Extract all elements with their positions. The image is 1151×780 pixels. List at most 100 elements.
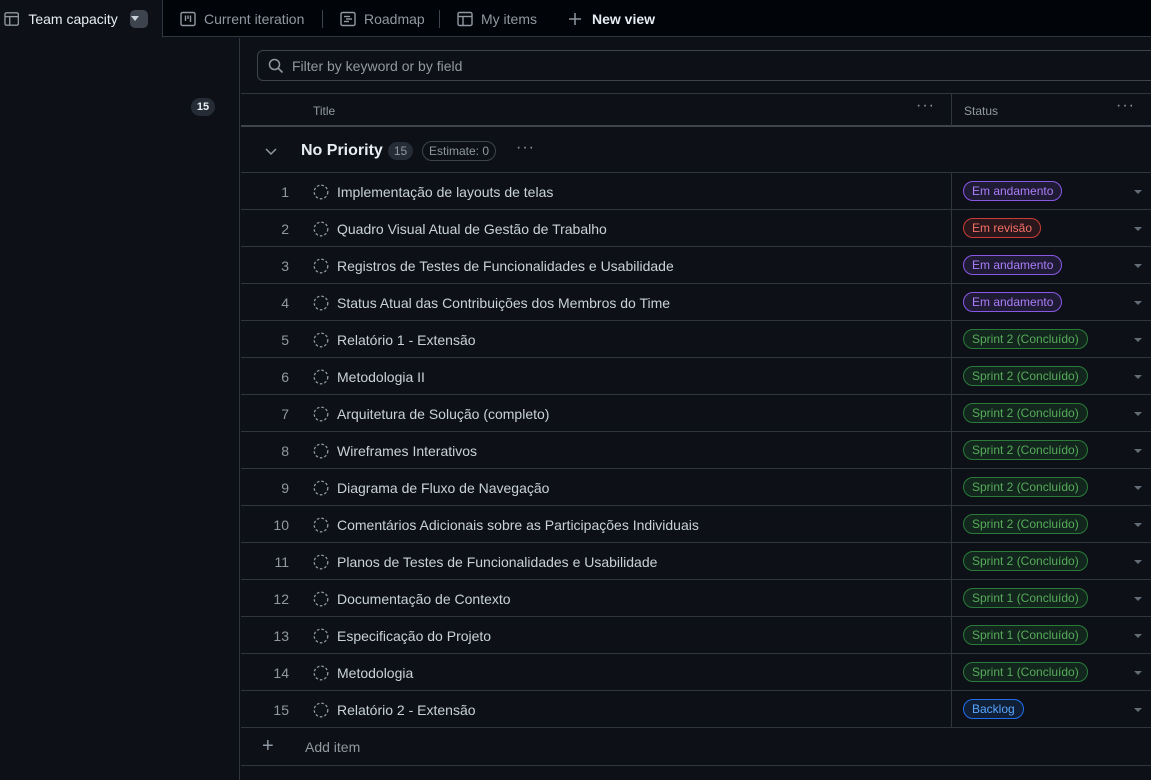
add-item-label: Add item <box>305 739 361 755</box>
column-divider <box>951 395 952 432</box>
item-title[interactable]: Diagrama de Fluxo de Navegação <box>337 480 549 496</box>
triangle-down-icon[interactable] <box>1134 301 1142 305</box>
table-row[interactable]: 12 Documentação de Contexto Sprint 1 (Conc… <box>241 580 1151 617</box>
table-row[interactable]: 9 Diagrama de Fluxo de Navegação Sprint 2 … <box>241 469 1151 506</box>
add-item-row[interactable]: + Add item <box>241 728 1151 766</box>
row-number: 3 <box>281 258 289 274</box>
table-row[interactable]: 2 Quadro Visual Atual de Gestão de Trabal… <box>241 210 1151 247</box>
search-icon <box>268 58 284 73</box>
triangle-down-icon[interactable] <box>1134 708 1142 712</box>
status-badge[interactable]: Sprint 1 (Concluído) <box>963 588 1088 608</box>
tab-current-iteration[interactable]: Current iteration <box>180 0 304 37</box>
status-badge[interactable]: Sprint 1 (Concluído) <box>963 662 1088 682</box>
draft-issue-icon <box>313 184 329 200</box>
tab-options-button[interactable] <box>129 9 148 28</box>
tab-separator <box>439 10 440 28</box>
triangle-down-icon[interactable] <box>1134 412 1142 416</box>
item-title[interactable]: Relatório 1 - Extensão <box>337 332 476 348</box>
status-badge[interactable]: Sprint 2 (Concluído) <box>963 477 1088 497</box>
draft-issue-icon <box>313 369 329 385</box>
item-title[interactable]: Arquitetura de Solução (completo) <box>337 406 549 422</box>
table-row[interactable]: 10 Comentários Adicionais sobre as Partic… <box>241 506 1151 543</box>
draft-issue-icon <box>313 406 329 422</box>
table-row[interactable]: 6 Metodologia II Sprint 2 (Concluído) <box>241 358 1151 395</box>
new-view-button[interactable]: New view <box>568 0 655 37</box>
column-header-title[interactable]: Title <box>313 104 335 118</box>
chevron-down-icon[interactable] <box>265 148 277 156</box>
draft-issue-icon <box>313 628 329 644</box>
tab-my-items[interactable]: My items <box>457 0 537 37</box>
table-row[interactable]: 7 Arquitetura de Solução (completo) Sprint… <box>241 395 1151 432</box>
triangle-down-icon[interactable] <box>1134 486 1142 490</box>
table-row[interactable]: 4 Status Atual das Contribuições dos Memb… <box>241 284 1151 321</box>
status-column-menu-icon[interactable]: ··· <box>1116 98 1135 114</box>
column-divider <box>951 284 952 321</box>
table-row[interactable]: 14 Metodologia Sprint 1 (Concluído) <box>241 654 1151 691</box>
table-row[interactable]: 8 Wireframes Interativos Sprint 2 (Concluí… <box>241 432 1151 469</box>
column-header-status[interactable]: Status <box>964 104 998 118</box>
status-badge[interactable]: Backlog <box>963 699 1024 719</box>
triangle-down-icon[interactable] <box>1134 338 1142 342</box>
item-title[interactable]: Implementação de layouts de telas <box>337 184 553 200</box>
item-title[interactable]: Quadro Visual Atual de Gestão de Trabalh… <box>337 221 607 237</box>
status-badge[interactable]: Sprint 2 (Concluído) <box>963 403 1088 423</box>
triangle-down-icon[interactable] <box>1134 264 1142 268</box>
column-divider[interactable] <box>951 94 952 126</box>
status-badge[interactable]: Em andamento <box>963 292 1063 312</box>
status-badge[interactable]: Sprint 2 (Concluído) <box>963 366 1088 386</box>
table-row[interactable]: 15 Relatório 2 - Extensão Backlog <box>241 691 1151 728</box>
row-number: 1 <box>281 184 289 200</box>
table-icon <box>4 11 20 26</box>
tab-separator <box>322 10 323 28</box>
triangle-down-icon[interactable] <box>1134 227 1142 231</box>
triangle-down-icon[interactable] <box>1134 671 1142 675</box>
triangle-down-icon[interactable] <box>1134 375 1142 379</box>
item-title[interactable]: Planos de Testes de Funcionalidades e Us… <box>337 554 657 570</box>
table-row[interactable]: 5 Relatório 1 - Extensão Sprint 2 (Concluí… <box>241 321 1151 358</box>
item-title[interactable]: Comentários Adicionais sobre as Particip… <box>337 517 699 533</box>
item-title[interactable]: Metodologia II <box>337 369 425 385</box>
table-row[interactable]: 3 Registros de Testes de Funcionalidades … <box>241 247 1151 284</box>
column-divider <box>951 210 952 247</box>
triangle-down-icon[interactable] <box>1134 597 1142 601</box>
row-number: 12 <box>273 591 289 607</box>
item-title[interactable]: Registros de Testes de Funcionalidades e… <box>337 258 674 274</box>
tab-team-capacity[interactable]: Team capacity <box>0 0 163 38</box>
status-badge[interactable]: Sprint 2 (Concluído) <box>963 514 1088 534</box>
group-menu-icon[interactable]: ··· <box>516 140 535 156</box>
status-badge[interactable]: Sprint 2 (Concluído) <box>963 551 1088 571</box>
filter-bar[interactable] <box>257 50 1151 81</box>
triangle-down-icon[interactable] <box>1134 523 1142 527</box>
triangle-down-icon[interactable] <box>1134 560 1142 564</box>
group-title: No Priority <box>301 142 383 159</box>
table-view: Title ··· Status ··· No Priority 15 Esti… <box>241 38 1151 780</box>
item-title[interactable]: Documentação de Contexto <box>337 591 511 607</box>
table-header: Title ··· Status ··· <box>241 93 1151 127</box>
status-badge[interactable]: Em revisão <box>963 218 1042 238</box>
status-badge[interactable]: Sprint 1 (Concluído) <box>963 625 1088 645</box>
item-title[interactable]: Especificação do Projeto <box>337 628 491 644</box>
table-row[interactable]: 1 Implementação de layouts de telas Em and… <box>241 173 1151 210</box>
status-badge[interactable]: Sprint 2 (Concluído) <box>963 329 1088 349</box>
column-divider <box>951 506 952 543</box>
triangle-down-icon[interactable] <box>1134 190 1142 194</box>
item-title[interactable]: Relatório 2 - Extensão <box>337 702 476 718</box>
table-row[interactable]: 11 Planos de Testes de Funcionalidades e … <box>241 543 1151 580</box>
plus-icon: + <box>262 735 274 757</box>
table-row[interactable]: 13 Especificação do Projeto Sprint 1 (Conc… <box>241 617 1151 654</box>
status-badge[interactable]: Sprint 2 (Concluído) <box>963 440 1088 460</box>
triangle-down-icon[interactable] <box>1134 449 1142 453</box>
column-divider <box>951 543 952 580</box>
row-number: 7 <box>281 406 289 422</box>
group-header: No Priority 15 Estimate: 0 ··· <box>241 129 1151 173</box>
tab-roadmap[interactable]: Roadmap <box>340 0 425 37</box>
filter-input[interactable] <box>292 57 1092 74</box>
draft-issue-icon <box>313 443 329 459</box>
status-badge[interactable]: Em andamento <box>963 181 1063 201</box>
status-badge[interactable]: Em andamento <box>963 255 1063 275</box>
triangle-down-icon[interactable] <box>1134 634 1142 638</box>
item-title[interactable]: Metodologia <box>337 665 413 681</box>
item-title[interactable]: Wireframes Interativos <box>337 443 477 459</box>
title-column-menu-icon[interactable]: ··· <box>916 98 935 114</box>
item-title[interactable]: Status Atual das Contribuições dos Membr… <box>337 295 670 311</box>
